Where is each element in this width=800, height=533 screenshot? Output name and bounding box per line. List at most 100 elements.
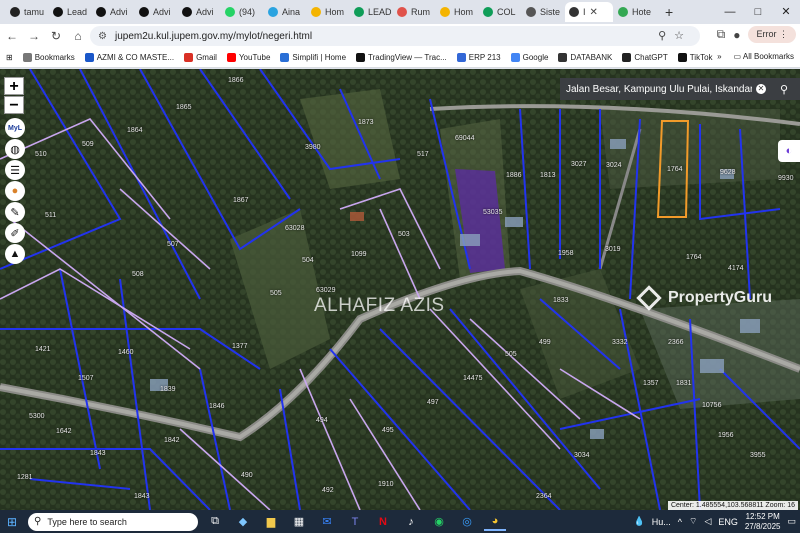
browser-tab[interactable]: Lead	[49, 2, 91, 22]
zoom-in-button[interactable]: +	[4, 77, 24, 95]
lot-number-label[interactable]: 503	[398, 231, 410, 238]
browser-tab[interactable]: Advi	[92, 2, 134, 22]
lot-number-label[interactable]: 3955	[750, 452, 766, 459]
map-search-text[interactable]: Jalan Besar, Kampung Ulu Pulai, Iskandar…	[566, 84, 752, 95]
north-arrow-icon[interactable]: ▲	[5, 244, 25, 264]
browser-tab[interactable]: Rum	[393, 2, 435, 22]
lot-number-label[interactable]: 495	[382, 427, 394, 434]
lot-number-label[interactable]: 517	[417, 151, 429, 158]
map-canvas[interactable]: 1866 1864 1865 509 510 3980 1867 1873 517 69044 18…	[0, 69, 800, 510]
lot-number-label[interactable]: 3034	[574, 452, 590, 459]
browser-tab[interactable]: Hom	[436, 2, 478, 22]
bookmark-item[interactable]: Simplifi | Home	[280, 53, 346, 62]
lot-number-label[interactable]: 492	[322, 487, 334, 494]
browser-tab[interactable]: (94)	[221, 2, 263, 22]
browser-tab[interactable]: COL	[479, 2, 521, 22]
lot-number-label[interactable]: 508	[132, 271, 144, 278]
back-icon[interactable]: ←	[2, 29, 22, 43]
lot-number-label[interactable]: 1839	[160, 386, 176, 393]
profile-icon[interactable]: ●	[733, 28, 740, 42]
lot-number-label[interactable]: 1956	[718, 432, 734, 439]
lot-number-label[interactable]: 1460	[118, 349, 134, 356]
lot-number-label[interactable]: 3024	[606, 162, 622, 169]
lot-number-label[interactable]: 5300	[29, 413, 45, 420]
taskbar-search[interactable]: ⚲ Type here to search	[28, 512, 198, 531]
mylot-logo-icon[interactable]: MyL	[5, 118, 25, 138]
network-icon[interactable]: ⌔	[689, 516, 697, 527]
error-button[interactable]: Error ⋮	[748, 26, 796, 43]
task-view-icon[interactable]: ⧉	[204, 513, 226, 531]
lot-number-label[interactable]: 1846	[209, 403, 225, 410]
browser-tab[interactable]: Hote	[614, 2, 658, 22]
lot-number-label[interactable]: 3980	[305, 144, 321, 151]
bookmarks-overflow-button[interactable]: »	[717, 52, 721, 61]
minimize-button[interactable]: —	[716, 0, 744, 24]
notifications-icon[interactable]: ▭	[787, 516, 796, 527]
bookmark-item[interactable]: YouTube	[226, 53, 270, 62]
lot-number-label[interactable]: 1833	[553, 297, 569, 304]
volume-icon[interactable]: ◁	[704, 516, 711, 527]
lot-number-label[interactable]: 1867	[233, 197, 249, 204]
lot-number-label[interactable]: 494	[316, 417, 328, 424]
apps-grid-icon[interactable]: ⊞	[6, 53, 13, 62]
lot-number-label[interactable]: 509	[82, 141, 94, 148]
zoom-out-button[interactable]: −	[4, 96, 24, 114]
lot-number-label[interactable]: 3332	[612, 339, 628, 346]
browser-tab[interactable]: Aina	[264, 2, 306, 22]
lot-number-label[interactable]: 1866	[228, 77, 244, 84]
lot-number-label[interactable]: 510	[35, 151, 47, 158]
lot-number-label[interactable]: 14475	[463, 375, 482, 382]
clock[interactable]: 12:52 PM 27/8/2025	[745, 512, 781, 532]
netflix-icon[interactable]: N	[372, 513, 394, 531]
weather-text[interactable]: Hu...	[652, 517, 671, 527]
lot-number-label[interactable]: 1886	[506, 172, 522, 179]
clear-search-icon[interactable]: ✕	[756, 84, 766, 94]
browser-tab[interactable]: Hom	[307, 2, 349, 22]
close-window-button[interactable]: ✕	[772, 0, 800, 24]
bookmark-item[interactable]: Gmail	[184, 53, 217, 62]
browser-tab[interactable]: LEAD	[350, 2, 392, 22]
bookmark-item[interactable]: TradingView — Trac...	[356, 53, 447, 62]
lot-number-label[interactable]: 1421	[35, 346, 51, 353]
bookmark-item[interactable]: Bookmarks	[22, 53, 75, 62]
maximize-button[interactable]: □	[744, 0, 772, 24]
lot-number-label[interactable]: 499	[539, 339, 551, 346]
lot-number-label[interactable]: 3027	[571, 161, 587, 168]
language-indicator[interactable]: ENG	[718, 517, 738, 527]
whatsapp-icon[interactable]: ◉	[428, 513, 450, 531]
layers-icon[interactable]: ☰	[5, 160, 25, 180]
teams-icon[interactable]: T	[344, 513, 366, 531]
site-info-icon[interactable]: ⚙	[98, 31, 107, 42]
lot-number-label[interactable]: 3019	[605, 246, 621, 253]
lot-number-label[interactable]: 2364	[536, 493, 552, 500]
bookmark-item[interactable]: DATABANK	[558, 53, 612, 62]
lot-number-label[interactable]: 4174	[728, 265, 744, 272]
all-bookmarks-button[interactable]: ▭ All Bookmarks	[734, 52, 794, 61]
forward-icon[interactable]: →	[24, 29, 44, 43]
new-tab-button[interactable]: +	[659, 4, 679, 20]
lot-number-label[interactable]: 9930	[778, 175, 794, 182]
globe-icon[interactable]: ◍	[5, 139, 25, 159]
lot-number-label[interactable]: 1910	[378, 481, 394, 488]
chrome-icon[interactable]: ◕	[484, 513, 506, 531]
lot-number-label[interactable]: 1507	[78, 375, 94, 382]
lot-number-label[interactable]: 2366	[668, 339, 684, 346]
lot-number-label[interactable]: 69044	[455, 135, 474, 142]
lot-number-label[interactable]: 63028	[285, 225, 304, 232]
map-search-bar[interactable]: Jalan Besar, Kampung Ulu Pulai, Iskandar…	[560, 78, 800, 100]
lot-number-label[interactable]: 53035	[483, 209, 502, 216]
home-icon[interactable]: ⌂	[68, 29, 88, 43]
user-pin-icon[interactable]: ●	[5, 181, 25, 201]
lot-number-label[interactable]: 1357	[643, 380, 659, 387]
lot-number-label[interactable]: 1873	[358, 119, 374, 126]
browser-tab[interactable]: Advi	[135, 2, 177, 22]
browser-tab[interactable]: Advi	[178, 2, 220, 22]
lot-number-label[interactable]: 1843	[90, 450, 106, 457]
lot-number-label[interactable]: 1813	[540, 172, 556, 179]
lot-number-label[interactable]: 1864	[127, 127, 143, 134]
lot-number-label[interactable]: 505	[270, 290, 282, 297]
outlook-icon[interactable]: ✉	[316, 513, 338, 531]
location-icon[interactable]: ⚲	[658, 30, 674, 42]
lot-number-label[interactable]: 507	[167, 241, 179, 248]
address-bar[interactable]: ⚙ jupem2u.kul.jupem.gov.my/mylot/negeri.…	[90, 26, 700, 46]
